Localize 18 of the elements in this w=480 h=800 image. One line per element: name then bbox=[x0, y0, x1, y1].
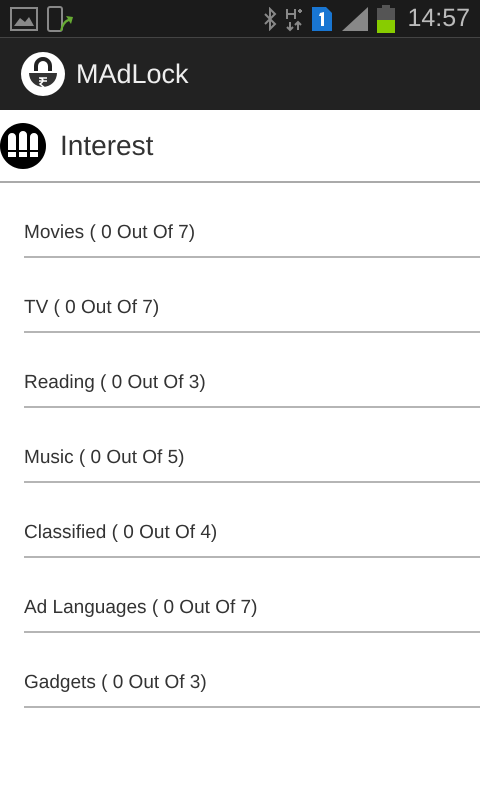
interest-item[interactable]: Movies ( 0 Out Of 7) bbox=[24, 183, 480, 258]
battery-icon bbox=[377, 4, 396, 32]
clock-time: 14:57 bbox=[407, 4, 470, 33]
interest-item[interactable]: Music ( 0 Out Of 5) bbox=[24, 408, 480, 483]
picture-icon bbox=[10, 6, 38, 30]
padlock-logo-icon[interactable] bbox=[20, 51, 66, 97]
phone-upload-icon bbox=[46, 4, 74, 32]
sim-card-icon bbox=[311, 6, 334, 32]
bluetooth-icon bbox=[263, 6, 278, 30]
app-title: MAdLock bbox=[76, 58, 189, 90]
interest-item[interactable]: Ad Languages ( 0 Out Of 7) bbox=[24, 558, 480, 633]
section-title: Interest bbox=[60, 130, 154, 162]
interest-item[interactable]: Classified ( 0 Out Of 4) bbox=[24, 483, 480, 558]
signal-icon bbox=[341, 6, 370, 32]
interest-item[interactable]: Gadgets ( 0 Out Of 3) bbox=[24, 633, 480, 708]
interest-item[interactable]: Reading ( 0 Out Of 3) bbox=[24, 333, 480, 408]
interest-item[interactable]: TV ( 0 Out Of 7) bbox=[24, 258, 480, 333]
columns-icon bbox=[0, 122, 46, 168]
